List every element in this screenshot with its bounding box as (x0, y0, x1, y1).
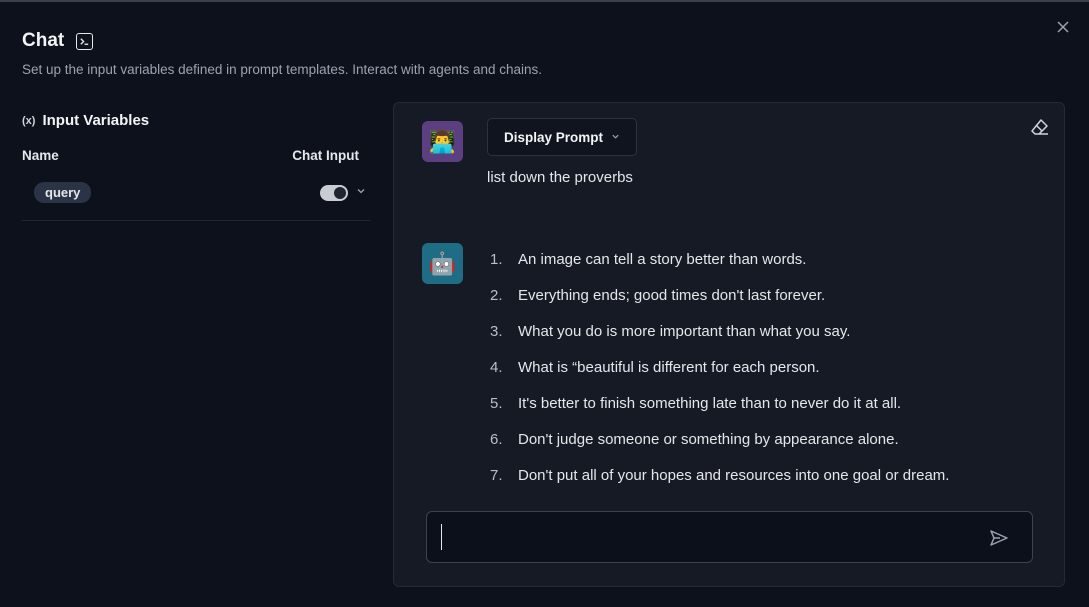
variable-icon: (x) (22, 114, 36, 127)
column-chat-input: Chat Input (292, 148, 359, 163)
input-variables-panel: (x) Input Variables Name Chat Input quer… (22, 112, 370, 221)
list-item: 1. An image can tell a story better than … (490, 251, 807, 268)
chat-input-box[interactable] (426, 511, 1033, 563)
eraser-icon[interactable] (1030, 117, 1050, 137)
input-variables-heading: (x) Input Variables (22, 112, 370, 129)
chat-input-toggle[interactable] (320, 184, 348, 201)
chat-input[interactable] (441, 524, 971, 550)
variables-table-header: Name Chat Input (22, 148, 370, 163)
list-item: 6. Don't judge someone or something by ap… (490, 431, 899, 448)
terminal-icon (76, 32, 94, 50)
list-item: 3. What you do is more important than wha… (490, 323, 851, 340)
user-avatar: 👨‍💻 (422, 121, 463, 162)
list-item: 2. Everything ends; good times don't last… (490, 287, 826, 304)
input-variables-label: Input Variables (42, 112, 150, 129)
column-name: Name (22, 148, 59, 163)
display-prompt-label: Display Prompt (504, 129, 604, 145)
variable-badge: query (34, 182, 92, 203)
list-item: 4. What is “beautiful is different for ea… (490, 359, 820, 376)
chat-panel: 👨‍💻 Display Prompt list down the proverb… (393, 102, 1065, 587)
bot-answer-list: 1. An image can tell a story better than … (490, 251, 1050, 503)
page-title: Chat (22, 30, 65, 51)
bot-avatar: 🤖 (422, 243, 463, 284)
chevron-down-icon (611, 132, 620, 143)
variable-row: query (22, 182, 370, 221)
send-icon[interactable] (988, 527, 1010, 549)
chat-modal: Chat Set up the input variables defined … (0, 0, 1089, 607)
variable-controls (320, 184, 370, 201)
chevron-down-icon[interactable] (356, 186, 366, 199)
page-subtitle: Set up the input variables defined in pr… (22, 62, 543, 77)
user-message: list down the proverbs (487, 169, 633, 186)
list-item: 5. It's better to finish something late t… (490, 395, 902, 412)
close-icon[interactable] (1055, 19, 1071, 35)
display-prompt-button[interactable]: Display Prompt (487, 118, 638, 156)
header: Chat (22, 30, 94, 52)
